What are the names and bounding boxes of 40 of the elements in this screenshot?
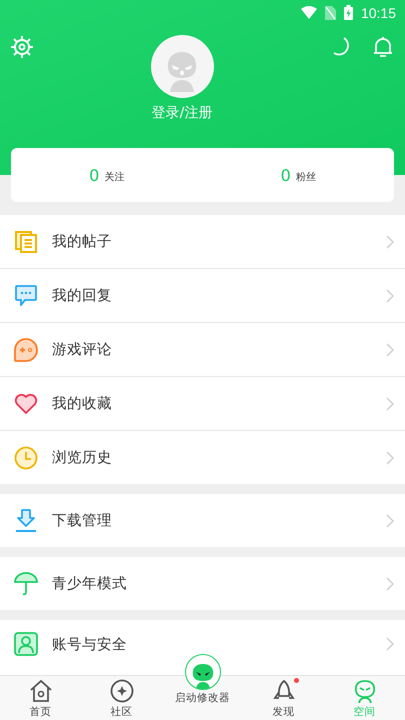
stat-label: 关注 bbox=[104, 170, 124, 184]
stat-label: 粉丝 bbox=[296, 170, 316, 184]
wifi-icon bbox=[300, 6, 317, 19]
clock-icon bbox=[14, 446, 38, 470]
menu-item[interactable]: 浏览历史 bbox=[0, 430, 405, 484]
document-icon bbox=[15, 230, 37, 252]
menu-item[interactable]: 我的回复 bbox=[0, 268, 405, 322]
stat-count: 0 bbox=[280, 166, 291, 184]
battery-icon bbox=[344, 5, 353, 20]
menu-item[interactable]: 我的收藏 bbox=[0, 376, 405, 430]
chevron-icon bbox=[386, 342, 394, 356]
chevron-icon bbox=[386, 637, 394, 651]
umbrella-icon bbox=[14, 572, 38, 596]
nav-tab[interactable]: 首页 bbox=[0, 676, 81, 720]
chevron-icon bbox=[386, 514, 394, 528]
gamepad-bubble-icon bbox=[14, 338, 38, 362]
home-icon bbox=[28, 679, 52, 703]
nav-tab[interactable]: 发现 bbox=[243, 676, 324, 720]
menu-item[interactable]: 青少年模式 bbox=[0, 557, 405, 610]
chevron-icon bbox=[386, 450, 394, 464]
chevron-icon bbox=[386, 234, 394, 248]
chevron-icon bbox=[386, 576, 394, 590]
menu-item[interactable]: 游戏评论 bbox=[0, 322, 405, 376]
chevron-icon bbox=[386, 396, 394, 410]
download-icon bbox=[15, 508, 37, 532]
status-time: 10:15 bbox=[360, 4, 396, 20]
stat-count: 0 bbox=[89, 166, 100, 184]
nav-tab[interactable]: 社区 bbox=[81, 676, 162, 720]
nav-tab[interactable]: 启动修改器 bbox=[162, 654, 243, 720]
alien-mascot-icon bbox=[352, 679, 376, 703]
sparkle-circle-icon bbox=[110, 679, 134, 703]
menu-item[interactable]: 我的帖子 bbox=[0, 215, 405, 268]
chevron-icon bbox=[386, 288, 394, 302]
bell-icon[interactable] bbox=[372, 36, 394, 58]
user-card-icon bbox=[14, 632, 38, 656]
chat-bubble-icon bbox=[15, 285, 37, 306]
no-sim-icon bbox=[324, 6, 336, 20]
heart-icon bbox=[14, 393, 38, 414]
menu-item[interactable]: 下载管理 bbox=[0, 494, 405, 547]
settings-icon[interactable] bbox=[11, 36, 33, 58]
